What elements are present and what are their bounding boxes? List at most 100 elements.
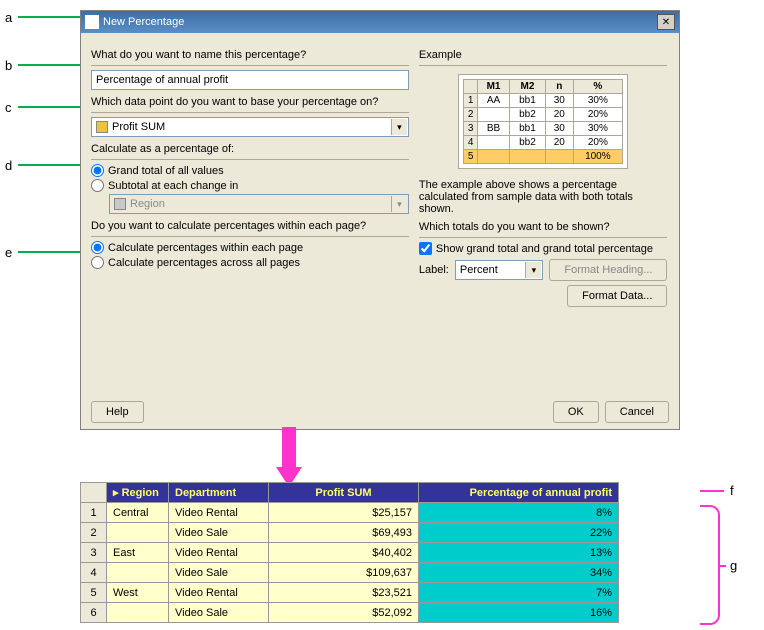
check-show-grand-label: Show grand total and grand total percent… — [436, 243, 653, 255]
radio-within-page[interactable]: Calculate percentages within each page — [91, 241, 409, 254]
result-cell-pct: 16% — [419, 603, 619, 623]
example-header — [464, 80, 478, 94]
result-cell-region — [107, 563, 169, 583]
help-button[interactable]: Help — [91, 401, 144, 423]
chevron-down-icon[interactable]: ▾ — [391, 119, 407, 135]
example-header: M1 — [478, 80, 510, 94]
annotation-g: g — [730, 558, 737, 573]
example-description: The example above shows a percentage cal… — [419, 179, 668, 215]
result-cell-profit: $40,402 — [269, 543, 419, 563]
example-cell: bb2 — [509, 136, 545, 150]
result-cell-n: 1 — [81, 503, 107, 523]
label-pages-question: Do you want to calculate percentages wit… — [91, 220, 409, 232]
annotation-a: a — [5, 10, 12, 25]
radio-across-pages-label: Calculate percentages across all pages — [108, 257, 300, 269]
result-cell-profit: $23,521 — [269, 583, 419, 603]
result-cell-profit: $109,637 — [269, 563, 419, 583]
titlebar[interactable]: New Percentage ✕ — [81, 11, 679, 33]
check-show-grand-input[interactable] — [419, 242, 432, 255]
example-cell: 3 — [464, 122, 478, 136]
table-row: 6Video Sale$52,09216% — [81, 603, 619, 623]
result-cell-profit: $25,157 — [269, 503, 419, 523]
dialog-title: New Percentage — [103, 16, 184, 28]
check-show-grand[interactable]: Show grand total and grand total percent… — [419, 242, 668, 255]
radio-within-page-label: Calculate percentages within each page — [108, 242, 303, 254]
close-icon[interactable]: ✕ — [657, 14, 675, 30]
example-cell — [545, 150, 573, 164]
radio-subtotal-label: Subtotal at each change in — [108, 180, 238, 192]
example-table: M1M2n% 1AAbb13030%2bb22020%3BBbb13030%4b… — [463, 79, 623, 164]
example-cell: 30% — [573, 94, 623, 108]
example-heading: Example — [419, 49, 668, 61]
result-cell-pct: 34% — [419, 563, 619, 583]
example-cell: 4 — [464, 136, 478, 150]
radio-across-pages-input[interactable] — [91, 256, 104, 269]
result-hdr-profit: Profit SUM — [269, 483, 419, 503]
radio-grand-total-label: Grand total of all values — [108, 165, 224, 177]
table-row: 4Video Sale$109,63734% — [81, 563, 619, 583]
total-label-combo-value: Percent — [460, 264, 498, 276]
example-cell: 20 — [545, 108, 573, 122]
datapoint-combo[interactable]: Profit SUM ▾ — [91, 117, 409, 137]
app-icon — [85, 15, 99, 29]
example-cell — [478, 108, 510, 122]
result-cell-region: East — [107, 543, 169, 563]
radio-within-page-input[interactable] — [91, 241, 104, 254]
annotation-b: b — [5, 58, 12, 73]
example-cell: BB — [478, 122, 510, 136]
result-cell-dept: Video Rental — [169, 503, 269, 523]
annotation-e: e — [5, 245, 12, 260]
radio-across-pages[interactable]: Calculate percentages across all pages — [91, 256, 409, 269]
percentage-name-input[interactable] — [91, 70, 409, 90]
arrow-icon — [276, 427, 302, 487]
result-cell-pct: 8% — [419, 503, 619, 523]
sigma-icon — [96, 121, 108, 133]
result-cell-n: 5 — [81, 583, 107, 603]
radio-subtotal-input[interactable] — [91, 179, 104, 192]
example-cell: 20% — [573, 136, 623, 150]
example-cell: 5 — [464, 150, 478, 164]
result-cell-region — [107, 603, 169, 623]
cancel-button[interactable]: Cancel — [605, 401, 669, 423]
total-label-combo[interactable]: Percent ▾ — [455, 260, 544, 280]
result-cell-n: 4 — [81, 563, 107, 583]
result-cell-region: Central — [107, 503, 169, 523]
chevron-down-icon[interactable]: ▾ — [525, 262, 541, 278]
example-cell: AA — [478, 94, 510, 108]
example-cell — [478, 136, 510, 150]
table-row: 5WestVideo Rental$23,5217% — [81, 583, 619, 603]
label-label: Label: — [419, 264, 449, 276]
example-cell: 30 — [545, 122, 573, 136]
result-cell-dept: Video Sale — [169, 523, 269, 543]
annotation-g-brace — [700, 505, 720, 625]
radio-grand-total-input[interactable] — [91, 164, 104, 177]
ok-button[interactable]: OK — [553, 401, 599, 423]
result-cell-n: 2 — [81, 523, 107, 543]
example-cell — [509, 150, 545, 164]
example-cell: 1 — [464, 94, 478, 108]
dimension-icon — [114, 198, 126, 210]
result-cell-dept: Video Rental — [169, 543, 269, 563]
subtotal-by-combo-value: Region — [130, 198, 165, 210]
label-as-percentage: Calculate as a percentage of: — [91, 143, 409, 155]
example-cell: 2 — [464, 108, 478, 122]
annotation-d: d — [5, 158, 12, 173]
result-corner — [81, 483, 107, 503]
example-header: n — [545, 80, 573, 94]
format-data-button[interactable]: Format Data... — [567, 285, 667, 307]
result-hdr-pct: Percentage of annual profit — [419, 483, 619, 503]
example-cell: 20% — [573, 108, 623, 122]
table-row: 2Video Sale$69,49322% — [81, 523, 619, 543]
example-cell: bb1 — [509, 122, 545, 136]
subtotal-by-combo: Region ▾ — [109, 194, 409, 214]
radio-subtotal[interactable]: Subtotal at each change in — [91, 179, 409, 192]
label-totals-question: Which totals do you want to be shown? — [419, 221, 668, 233]
result-table: ▸ Region Department Profit SUM Percentag… — [80, 482, 619, 623]
annotation-a-line — [18, 16, 83, 18]
example-header: % — [573, 80, 623, 94]
example-box: M1M2n% 1AAbb13030%2bb22020%3BBbb13030%4b… — [458, 74, 628, 169]
result-hdr-dept: Department — [169, 483, 269, 503]
result-hdr-region: ▸ Region — [107, 483, 169, 503]
table-row: 1CentralVideo Rental$25,1578% — [81, 503, 619, 523]
radio-grand-total[interactable]: Grand total of all values — [91, 164, 409, 177]
